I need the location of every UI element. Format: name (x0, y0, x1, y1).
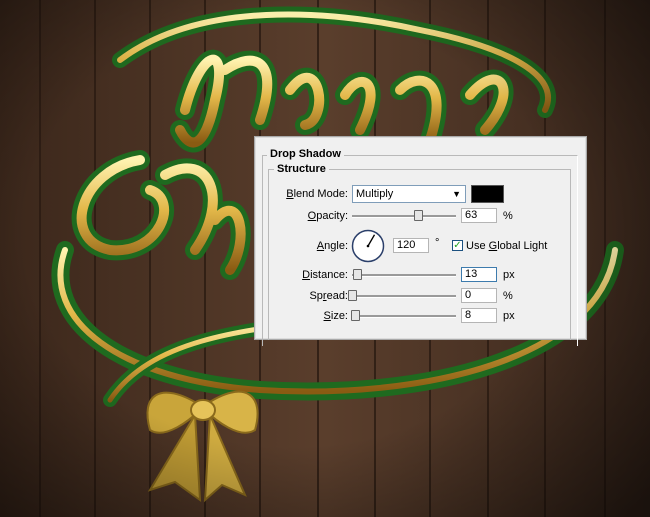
size-unit: px (503, 310, 515, 322)
spread-input[interactable]: 0 (461, 288, 497, 303)
opacity-unit: % (503, 210, 513, 222)
opacity-slider-track[interactable] (352, 215, 456, 218)
angle-unit: ° (435, 237, 440, 249)
chevron-down-icon: ▼ (452, 189, 461, 199)
structure-title: Structure (274, 163, 329, 175)
opacity-input[interactable]: 63 (461, 208, 497, 223)
distance-label: Distance: (302, 269, 348, 281)
use-global-light-checkbox[interactable]: ✓ (452, 240, 463, 251)
spread-slider-thumb[interactable] (348, 290, 357, 301)
drop-shadow-title: Drop Shadow (267, 148, 344, 160)
angle-input[interactable]: 120 (393, 238, 429, 253)
angle-dial[interactable] (351, 229, 385, 263)
size-label: Size: (323, 310, 348, 322)
opacity-slider-thumb[interactable] (413, 210, 423, 221)
layer-style-panel: Drop Shadow Structure Blend Mode: Multip… (254, 136, 587, 346)
distance-unit: px (503, 269, 515, 281)
distance-slider-thumb[interactable] (353, 269, 363, 280)
distance-input[interactable]: 13 (461, 267, 497, 282)
size-input[interactable]: 8 (461, 308, 497, 323)
blend-mode-label: Blend Mode: (286, 188, 348, 200)
size-slider-thumb[interactable] (351, 310, 361, 321)
shadow-color-swatch[interactable] (471, 185, 504, 203)
spread-unit: % (503, 290, 513, 302)
opacity-label: Opacity: (307, 210, 348, 222)
spread-slider-track[interactable] (352, 295, 456, 298)
distance-slider-track[interactable] (352, 274, 456, 277)
spread-label: Spread: (309, 290, 348, 302)
blend-mode-value: Multiply (356, 188, 394, 200)
blend-mode-select[interactable]: Multiply ▼ (352, 185, 466, 203)
size-slider-track[interactable] (352, 315, 456, 318)
use-global-light-label: Use Global Light (466, 240, 548, 252)
angle-label: Angle: (316, 240, 348, 252)
